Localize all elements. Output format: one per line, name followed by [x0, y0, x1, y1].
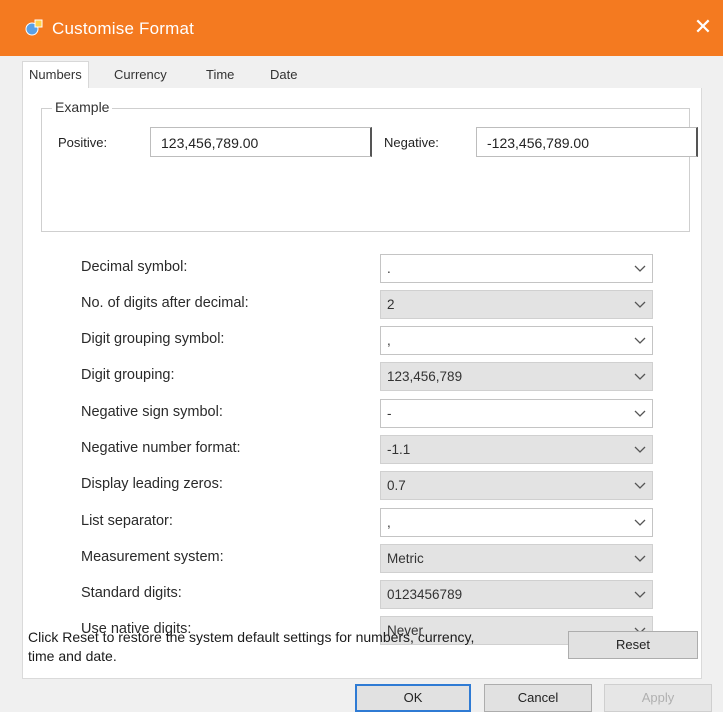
combo-value: 2 — [387, 297, 395, 312]
combo-value: , — [387, 333, 391, 348]
positive-label: Positive: — [58, 135, 108, 150]
digit-grouping-label: Digit grouping: — [81, 367, 175, 383]
window-title: Customise Format — [52, 19, 195, 38]
regional-settings-icon — [25, 19, 43, 36]
example-group: Example Positive: 123,456,789.00 Negativ… — [41, 99, 698, 232]
apply-button[interactable]: Apply — [604, 684, 712, 712]
digits-after-decimal-select[interactable]: 2 — [380, 290, 653, 319]
tab-numbers[interactable]: Numbers — [22, 61, 89, 90]
chevron-down-icon — [634, 519, 646, 526]
digit-grouping-symbol-label: Digit grouping symbol: — [81, 331, 225, 347]
chevron-down-icon — [634, 446, 646, 453]
measurement-system-select[interactable]: Metric — [380, 544, 653, 573]
standard-digits-label: Standard digits: — [81, 585, 182, 601]
close-icon[interactable]: ✕ — [689, 14, 717, 40]
negative-sign-symbol-label: Negative sign symbol: — [81, 404, 223, 420]
example-legend: Example — [52, 99, 113, 115]
combo-value: -1.1 — [387, 442, 411, 457]
chevron-down-icon — [634, 301, 646, 308]
digits-after-decimal-label: No. of digits after decimal: — [81, 295, 249, 311]
positive-example-field: 123,456,789.00 — [150, 127, 372, 157]
numbers-panel: Example Positive: 123,456,789.00 Negativ… — [22, 88, 702, 679]
dialog-body: Numbers Currency Time Date Example Posit… — [0, 56, 723, 712]
reset-hint-text: Click Reset to restore the system defaul… — [28, 629, 475, 664]
chevron-down-icon — [634, 373, 646, 380]
negative-number-format-label: Negative number format: — [81, 440, 241, 456]
combo-value: , — [387, 515, 391, 530]
display-leading-zeros-label: Display leading zeros: — [81, 476, 223, 492]
decimal-symbol-select[interactable]: . — [380, 254, 653, 283]
combo-value: 0123456789 — [387, 587, 463, 602]
measurement-system-label: Measurement system: — [81, 549, 224, 565]
decimal-symbol-label: Decimal symbol: — [81, 259, 188, 275]
combo-value: 0.7 — [387, 478, 406, 493]
list-separator-select[interactable]: , — [380, 508, 653, 537]
negative-label: Negative: — [384, 135, 439, 150]
negative-number-format-select[interactable]: -1.1 — [380, 435, 653, 464]
combo-value: 123,456,789 — [387, 369, 463, 384]
chevron-down-icon — [634, 265, 646, 272]
tab-currency[interactable]: Currency — [114, 62, 167, 88]
digit-grouping-symbol-select[interactable]: , — [380, 326, 653, 355]
reset-button[interactable]: Reset — [568, 631, 698, 659]
display-leading-zeros-select[interactable]: 0.7 — [380, 471, 653, 500]
combo-value: - — [387, 406, 392, 421]
chevron-down-icon — [634, 337, 646, 344]
tab-date[interactable]: Date — [270, 62, 297, 88]
chevron-down-icon — [634, 410, 646, 417]
chevron-down-icon — [634, 555, 646, 562]
negative-example-field: -123,456,789.00 — [476, 127, 698, 157]
chevron-down-icon — [634, 591, 646, 598]
tab-time[interactable]: Time — [206, 62, 234, 88]
combo-value: . — [387, 261, 391, 276]
list-separator-label: List separator: — [81, 513, 173, 529]
digit-grouping-select[interactable]: 123,456,789 — [380, 362, 653, 391]
combo-value: Metric — [387, 551, 424, 566]
chevron-down-icon — [634, 482, 646, 489]
negative-sign-symbol-select[interactable]: - — [380, 399, 653, 428]
standard-digits-select[interactable]: 0123456789 — [380, 580, 653, 609]
ok-button[interactable]: OK — [355, 684, 471, 712]
title-bar: Customise Format ✕ — [0, 0, 723, 56]
cancel-button[interactable]: Cancel — [484, 684, 592, 712]
